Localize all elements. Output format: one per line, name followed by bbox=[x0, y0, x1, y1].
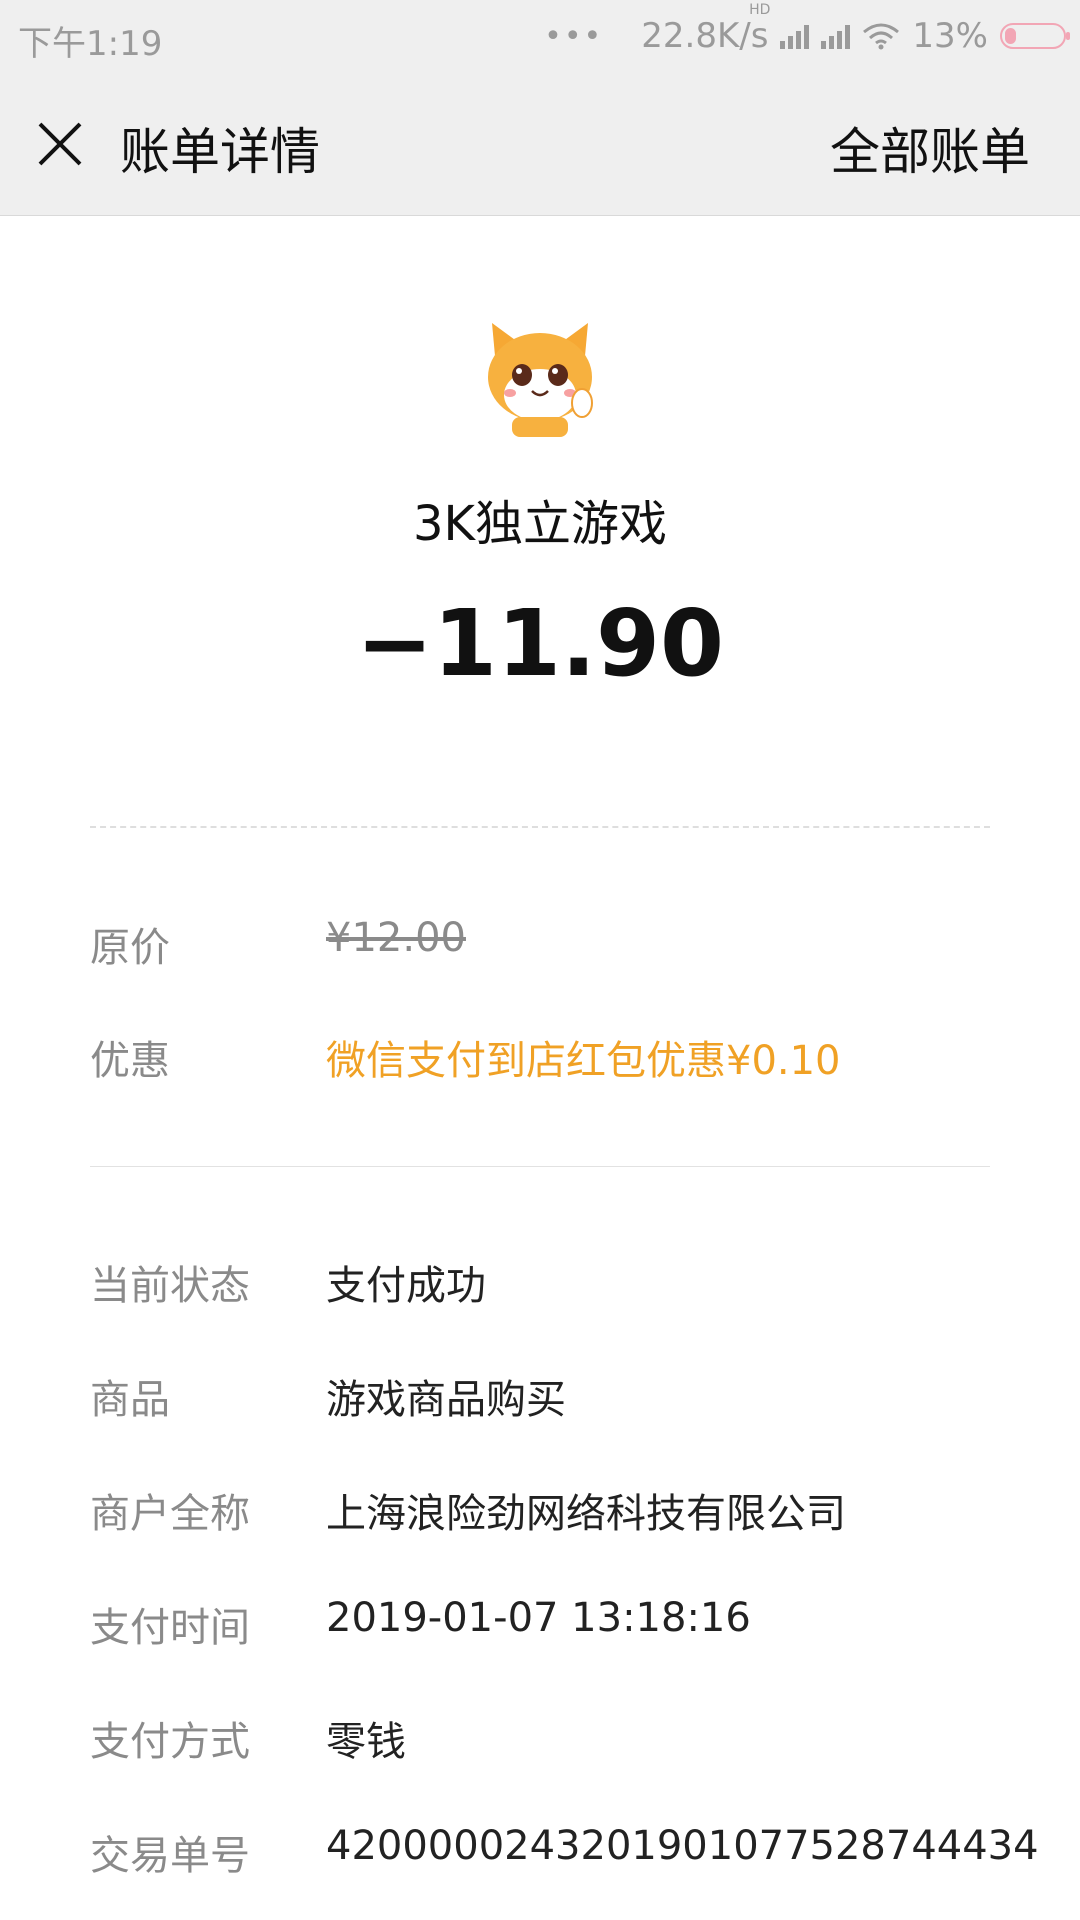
signal-icon-1 bbox=[780, 23, 810, 49]
network-speed: 22.8K/s HD bbox=[641, 2, 770, 56]
close-icon[interactable] bbox=[34, 118, 86, 170]
wifi-icon bbox=[863, 23, 900, 50]
detail-row-product: 商品 游戏商品购买 bbox=[90, 1367, 1050, 1427]
detail-value: 零钱 bbox=[326, 1719, 406, 1765]
merchant-name: 3K独立游戏 bbox=[412, 496, 668, 552]
original-price-value: ¥12.00 bbox=[326, 915, 466, 961]
signal-icon-2 bbox=[821, 23, 851, 49]
page-title: 账单详情 bbox=[120, 123, 320, 181]
detail-label: 交易单号 bbox=[90, 1833, 250, 1879]
detail-row-payment-method: 支付方式 零钱 bbox=[90, 1709, 1050, 1769]
detail-value: 2019-01-07 13:18:16 bbox=[326, 1595, 751, 1641]
detail-row-merchant-full-name: 商户全称 上海浪险劲网络科技有限公司 bbox=[90, 1481, 1050, 1541]
original-price-row: 原价 ¥12.00 bbox=[90, 915, 1050, 975]
detail-value: 游戏商品购买 bbox=[326, 1377, 566, 1423]
status-bar: 下午1:19 ••• 22.8K/s HD 13% bbox=[0, 0, 1080, 74]
detail-label: 支付时间 bbox=[90, 1605, 250, 1651]
network-speed-value: 22.8K/s bbox=[641, 16, 769, 56]
nav-bar: 账单详情 全部账单 bbox=[0, 74, 1080, 216]
battery-percent: 13% bbox=[912, 16, 988, 56]
hd-label: HD bbox=[749, 2, 771, 18]
detail-label: 支付方式 bbox=[90, 1719, 250, 1765]
battery-icon bbox=[1000, 23, 1070, 49]
discount-value: 微信支付到店红包优惠¥0.10 bbox=[326, 1038, 841, 1084]
status-icons: ••• 22.8K/s HD 13% bbox=[544, 2, 1070, 56]
detail-value: 上海浪险劲网络科技有限公司 bbox=[326, 1491, 846, 1537]
payment-amount: −11.90 bbox=[355, 590, 725, 697]
detail-label: 商户全称 bbox=[90, 1491, 250, 1537]
detail-value[interactable]: 4200000243201901077528744434 bbox=[326, 1823, 1039, 1869]
original-price-label: 原价 bbox=[90, 925, 170, 971]
detail-row-payment-time: 支付时间 2019-01-07 13:18:16 bbox=[90, 1595, 1050, 1655]
detail-row-transaction-id: 交易单号 4200000243201901077528744434 bbox=[90, 1823, 1050, 1883]
more-dots-icon: ••• bbox=[544, 18, 604, 54]
status-time: 下午1:19 bbox=[18, 24, 163, 64]
discount-row: 优惠 微信支付到店红包优惠¥0.10 bbox=[90, 1028, 1050, 1088]
detail-row-status: 当前状态 支付成功 bbox=[90, 1253, 1050, 1313]
section-divider bbox=[90, 1166, 990, 1167]
dashed-divider bbox=[90, 826, 990, 828]
battery-fill bbox=[1005, 28, 1016, 44]
detail-value: 支付成功 bbox=[326, 1263, 486, 1309]
cat-avatar-icon bbox=[488, 323, 593, 437]
battery-tip bbox=[1066, 32, 1070, 40]
all-bills-link[interactable]: 全部账单 bbox=[830, 112, 1030, 184]
detail-label: 当前状态 bbox=[90, 1263, 250, 1309]
discount-label: 优惠 bbox=[90, 1038, 170, 1084]
detail-label: 商品 bbox=[90, 1377, 170, 1423]
